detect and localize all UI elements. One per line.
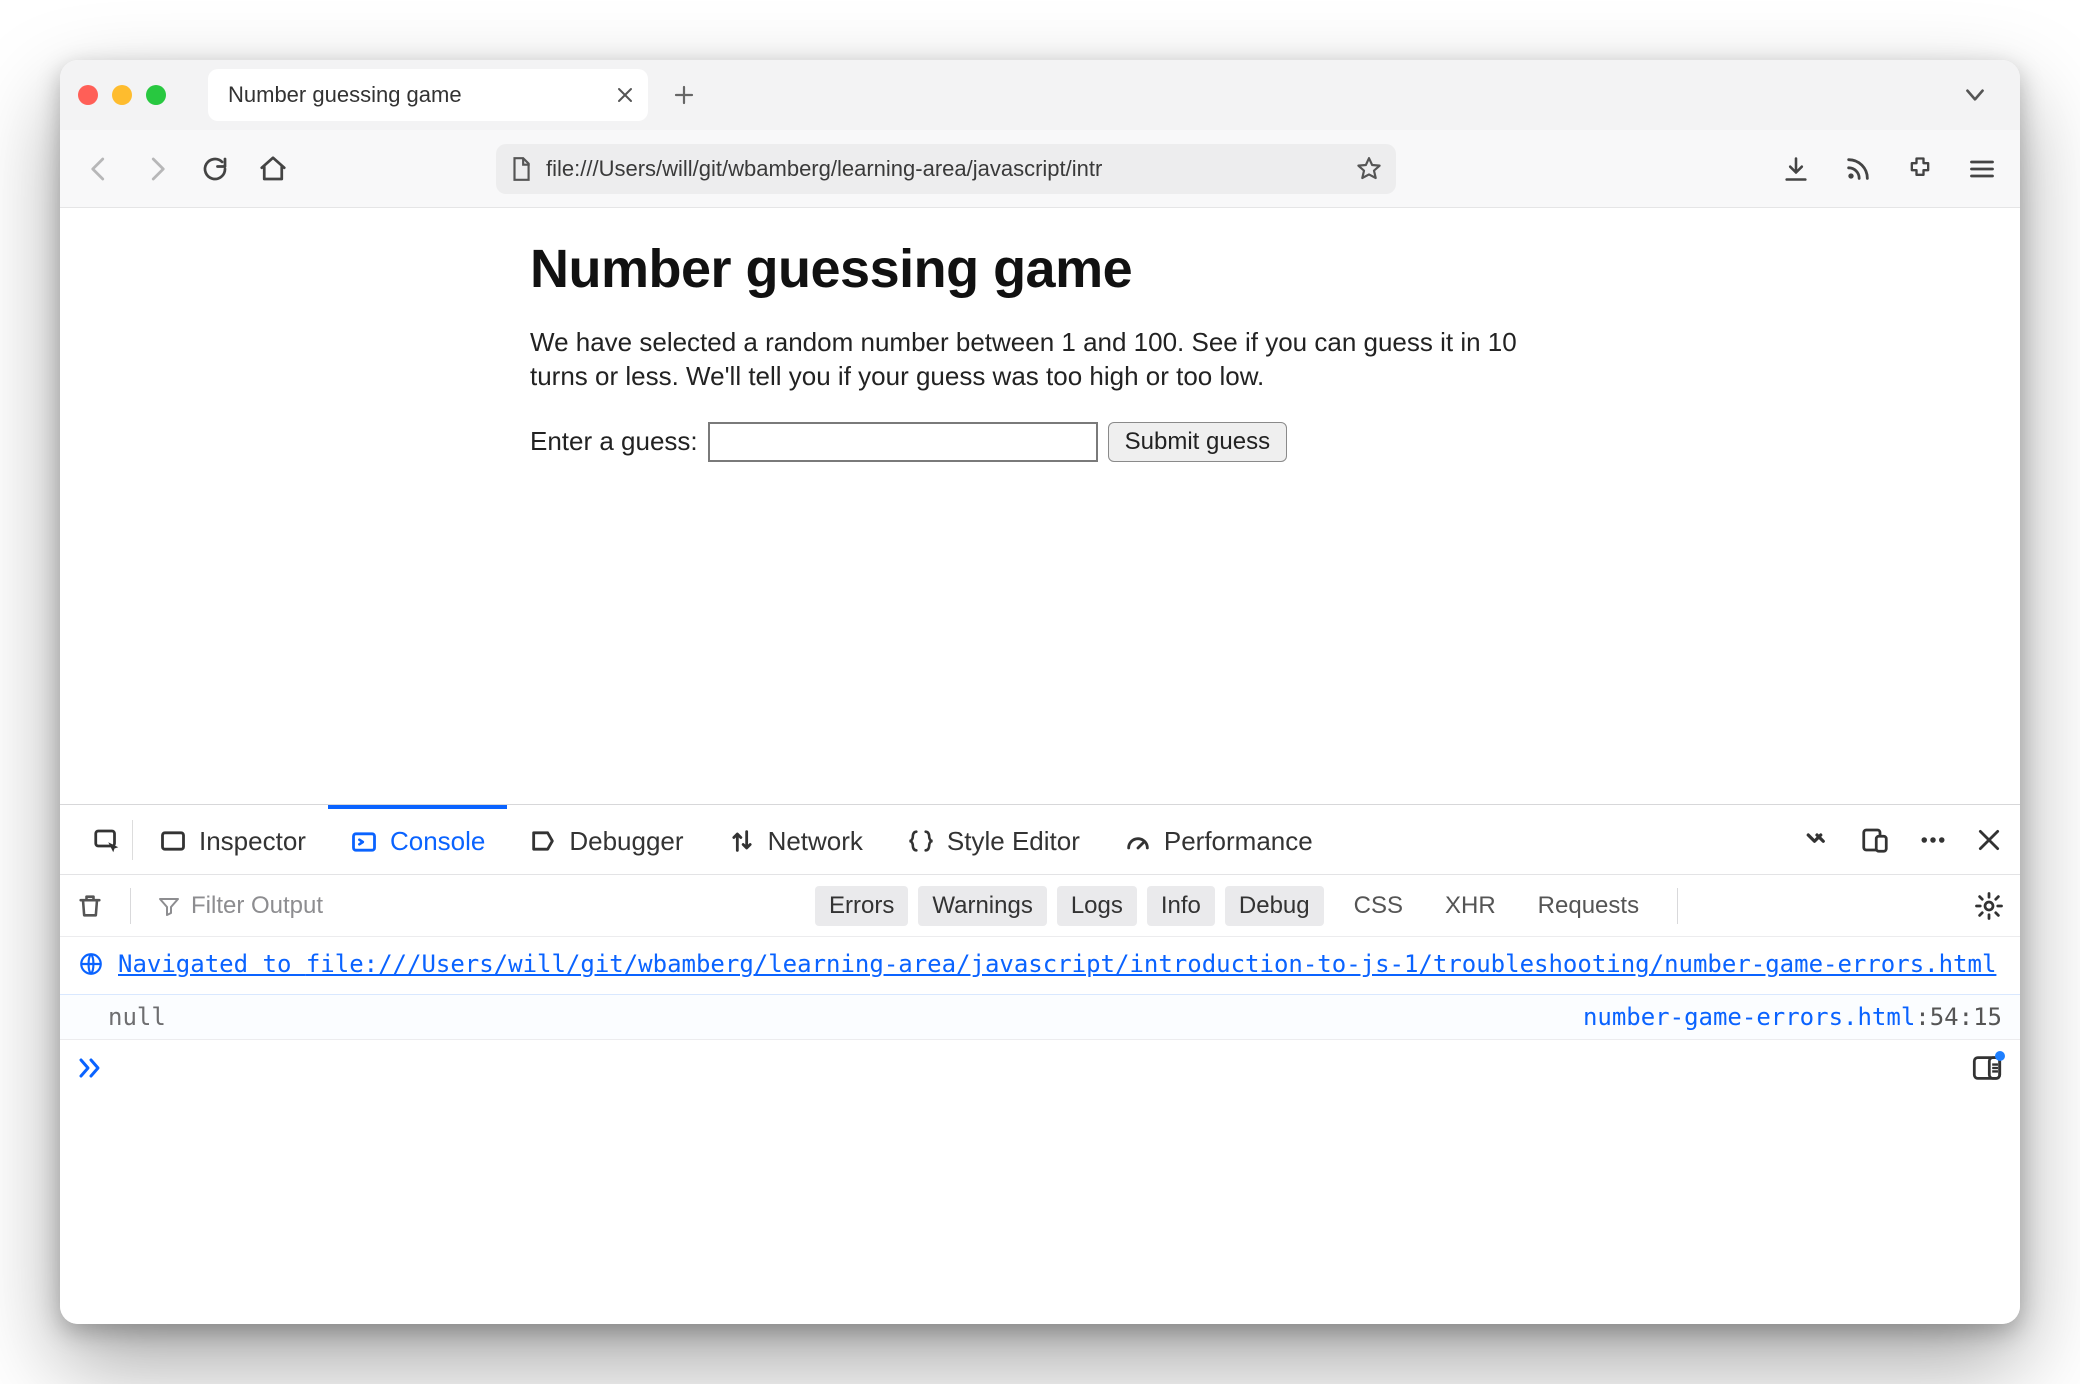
console-filter-placeholder: Filter Output	[191, 892, 323, 920]
funnel-icon	[157, 894, 181, 918]
devtools-tab-style-editor[interactable]: Style Editor	[885, 805, 1102, 874]
devtools-tabbar: Inspector Console Debugger Network Style…	[60, 805, 2020, 875]
devtools-meatball-menu-button[interactable]	[1918, 825, 1948, 855]
tab-title: Number guessing game	[228, 82, 604, 108]
filter-css[interactable]: CSS	[1342, 886, 1415, 926]
devtools-responsive-mode-button[interactable]	[1860, 825, 1890, 855]
filter-info[interactable]: Info	[1147, 886, 1215, 926]
submit-guess-button[interactable]: Submit guess	[1108, 422, 1287, 462]
new-tab-button[interactable]	[662, 83, 706, 107]
console-log-source-link[interactable]: number-game-errors.html:54:15	[1583, 1003, 2002, 1031]
devtools-pick-element-button[interactable]	[70, 805, 128, 874]
reload-button[interactable]	[200, 154, 230, 184]
devtools-close-button[interactable]	[1976, 827, 2002, 853]
browser-window: Number guessing game	[60, 60, 2020, 1324]
console-sidebar-toggle-button[interactable]	[1972, 1054, 2002, 1082]
window-minimize-button[interactable]	[112, 85, 132, 105]
window-zoom-button[interactable]	[146, 85, 166, 105]
guess-form: Enter a guess: Submit guess	[530, 422, 1530, 462]
window-controls	[78, 85, 166, 105]
page-info-icon[interactable]	[510, 156, 532, 182]
extensions-button[interactable]	[1906, 155, 1934, 183]
app-menu-button[interactable]	[1968, 155, 1996, 183]
console-log-value: null	[78, 1003, 166, 1031]
back-button[interactable]	[84, 154, 114, 184]
console-navigation-text[interactable]: Navigated to file:///Users/will/git/wbam…	[118, 947, 1996, 982]
console-toolbar: Filter Output Errors Warnings Logs Info …	[60, 875, 2020, 937]
filter-warnings[interactable]: Warnings	[918, 886, 1046, 926]
bookmark-star-button[interactable]	[1356, 156, 1382, 182]
url-box[interactable]: file:///Users/will/git/wbamberg/learning…	[496, 144, 1396, 194]
console-settings-button[interactable]	[1974, 891, 2004, 921]
downloads-button[interactable]	[1782, 155, 1810, 183]
devtools-tab-network[interactable]: Network	[706, 805, 885, 874]
console-input-row[interactable]	[60, 1040, 2020, 1096]
console-log-row: null number-game-errors.html:54:15	[60, 995, 2020, 1040]
tab-close-button[interactable]	[616, 86, 634, 104]
browser-tab[interactable]: Number guessing game	[208, 69, 648, 121]
tab-bar: Number guessing game	[60, 60, 2020, 130]
filter-requests[interactable]: Requests	[1526, 886, 1651, 926]
url-text: file:///Users/will/git/wbamberg/learning…	[546, 156, 1342, 182]
address-bar: file:///Users/will/git/wbamberg/learning…	[60, 130, 2020, 208]
filter-logs[interactable]: Logs	[1057, 886, 1137, 926]
window-close-button[interactable]	[78, 85, 98, 105]
all-tabs-button[interactable]	[1948, 82, 2002, 108]
devtools-tab-inspector[interactable]: Inspector	[137, 805, 328, 874]
console-output: Navigated to file:///Users/will/git/wbam…	[60, 937, 2020, 1324]
forward-button[interactable]	[142, 154, 172, 184]
devtools-panel: Inspector Console Debugger Network Style…	[60, 804, 2020, 1324]
page-heading: Number guessing game	[530, 238, 1530, 300]
filter-errors[interactable]: Errors	[815, 886, 908, 926]
filter-xhr[interactable]: XHR	[1433, 886, 1508, 926]
filter-debug[interactable]: Debug	[1225, 886, 1324, 926]
rss-icon[interactable]	[1844, 155, 1872, 183]
console-navigation-row: Navigated to file:///Users/will/git/wbam…	[60, 937, 2020, 995]
console-prompt-icon	[78, 1056, 106, 1080]
console-category-filters: Errors Warnings Logs Info Debug	[815, 886, 1324, 926]
home-button[interactable]	[258, 154, 288, 184]
page-description: We have selected a random number between…	[530, 326, 1530, 394]
devtools-tab-console[interactable]: Console	[328, 805, 507, 874]
console-filter-input[interactable]: Filter Output	[157, 892, 797, 920]
notification-dot-icon	[1995, 1051, 2005, 1061]
console-clear-button[interactable]	[76, 892, 104, 920]
devtools-tab-debugger[interactable]: Debugger	[507, 805, 705, 874]
guess-label: Enter a guess:	[530, 426, 698, 457]
globe-icon	[78, 951, 104, 977]
guess-input[interactable]	[708, 422, 1098, 462]
page-viewport: Number guessing game We have selected a …	[60, 208, 2020, 804]
devtools-more-tools-button[interactable]	[1802, 825, 1832, 855]
devtools-tab-performance[interactable]: Performance	[1102, 805, 1335, 874]
